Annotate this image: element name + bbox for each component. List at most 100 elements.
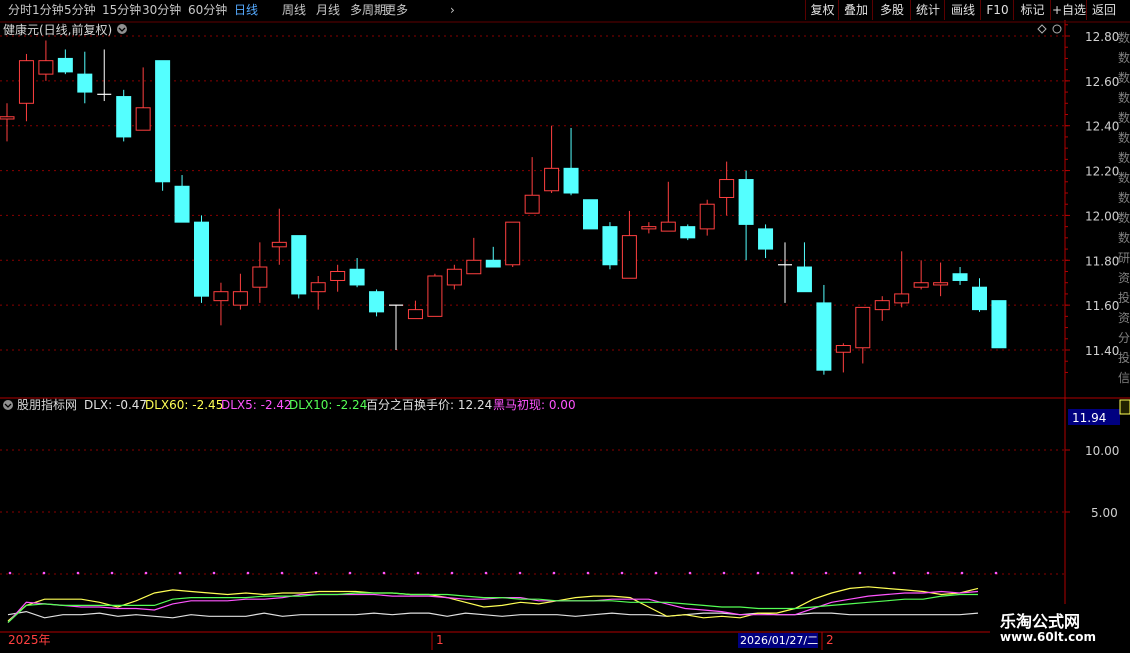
candle[interactable] [991, 300, 1007, 349]
chart-title: 健康元(日线,前复权) [3, 22, 112, 37]
signal-dot [858, 571, 862, 575]
signal-dot [552, 571, 556, 575]
indicator-value: DLX: -0.47 [84, 398, 147, 412]
side-column-text: 投 [1118, 290, 1130, 305]
signal-dot [76, 571, 80, 575]
signal-dot [892, 571, 896, 575]
candle[interactable] [505, 221, 521, 268]
price-tick-label: 12.60 [1085, 75, 1119, 89]
signal-dot [212, 571, 216, 575]
candle[interactable] [291, 235, 307, 299]
signal-dot [110, 571, 114, 575]
side-column-text: 数 [1118, 190, 1130, 205]
toolbar-button-3[interactable]: 统计 [910, 0, 945, 20]
price-tick-label: 12.00 [1085, 209, 1119, 223]
toolbar-button-6[interactable]: 标记 [1013, 0, 1051, 20]
side-column-text: 数 [1118, 70, 1130, 85]
toolbar-button-2[interactable]: 多股 [872, 0, 911, 20]
side-column-text: 资 [1118, 311, 1130, 325]
title-dropdown-icon[interactable] [117, 24, 127, 34]
signal-dot [722, 571, 726, 575]
indicator-value: 黑马初现: 0.00 [493, 398, 576, 412]
signal-dot [382, 571, 386, 575]
side-column-text: 数 [1118, 50, 1130, 65]
price-tick-label: 11.80 [1085, 254, 1119, 268]
signal-dot [144, 571, 148, 575]
signal-dot [518, 571, 522, 575]
period-tab-9[interactable]: 多周期 [350, 2, 386, 18]
signal-dot [450, 571, 454, 575]
signal-dot [756, 571, 760, 575]
signal-dot [688, 571, 692, 575]
signal-dot [926, 571, 930, 575]
watermark-url: www.60lt.com [1000, 630, 1097, 644]
price-tick-label: 11.40 [1085, 344, 1119, 358]
period-tab-1[interactable]: 1分钟 [32, 2, 64, 18]
period-tab-6[interactable]: 日线 [234, 2, 258, 18]
side-column-text: 数 [1118, 170, 1130, 185]
candle[interactable] [583, 199, 598, 230]
candle[interactable] [427, 273, 443, 317]
signal-dot [960, 571, 964, 575]
indicator-value: DLX5: -2.42 [221, 398, 292, 412]
indicator-dropdown-icon[interactable] [3, 400, 13, 410]
period-tab-5[interactable]: 60分钟 [188, 2, 227, 18]
candle[interactable] [116, 89, 132, 142]
signal-dot [824, 571, 828, 575]
side-column-text: 数 [1118, 150, 1130, 165]
kline-svg[interactable]: 12.80 12.60 12.40 12.20 12.00 11.80 11.60 11.40… [0, 20, 1130, 650]
price-tick-label: 11.60 [1085, 299, 1119, 313]
candle[interactable] [155, 60, 171, 191]
period-tab-7[interactable]: 周线 [282, 2, 306, 18]
signal-dot [620, 571, 624, 575]
period-tab-2[interactable]: 5分钟 [64, 2, 96, 18]
price-tick-label: 12.20 [1085, 165, 1119, 179]
period-tab-3[interactable]: 15分钟 [102, 2, 141, 18]
year-label: 2025年 [8, 633, 51, 647]
side-column-text: 研 [1118, 251, 1130, 265]
signal-dot [42, 571, 46, 575]
candle[interactable] [680, 224, 696, 241]
side-column-text: 数 [1118, 30, 1130, 45]
period-toolbar: 分时 1分钟 5分钟 15分钟 30分钟 60分钟 日线 周线 月线 多周期 更多 › 复权 叠加 多股 统计… [0, 0, 1130, 21]
side-column-text: 投 [1118, 350, 1130, 365]
signal-dot [348, 571, 352, 575]
side-column-text: 数 [1118, 110, 1130, 125]
watermark-title: 乐淘公式网 [1000, 612, 1081, 631]
period-tab-10[interactable]: 更多 [384, 2, 408, 18]
indicator-tick-label: 10.00 [1085, 444, 1119, 458]
period-tab-0[interactable]: 分时 [8, 2, 32, 18]
signal-dot [178, 571, 182, 575]
side-column-text: 数 [1118, 210, 1130, 225]
chart-area[interactable]: 12.80 12.60 12.40 12.20 12.00 11.80 11.60 11.40… [0, 20, 1130, 650]
side-column-text: 数 [1118, 90, 1130, 105]
signal-dot [994, 571, 998, 575]
indicator-value: DLX10: -2.24 [289, 398, 367, 412]
indicator-name: 股朋指标网 [17, 397, 77, 412]
candle[interactable] [194, 215, 209, 303]
toolbar-button-7[interactable]: +自选 [1050, 0, 1087, 20]
signal-dot [8, 571, 12, 575]
indicator-tick-label: 5.00 [1091, 506, 1118, 520]
indicator-marker [1119, 399, 1130, 415]
candle[interactable] [369, 289, 385, 317]
period-tab-8[interactable]: 月线 [316, 2, 340, 18]
toolbar-button-1[interactable]: 叠加 [838, 0, 873, 20]
side-column-text: 数 [1118, 130, 1130, 145]
toolbar-button-5[interactable]: F10 [980, 0, 1014, 20]
side-column-text: 资 [1118, 271, 1130, 285]
toolbar-button-4[interactable]: 画线 [944, 0, 981, 20]
candle[interactable] [602, 222, 618, 270]
side-column-text: 分 [1118, 331, 1130, 345]
period-tab-4[interactable]: 30分钟 [142, 2, 181, 18]
toolbar-button-8[interactable]: 返回 [1086, 0, 1121, 20]
month-mark: 1 [436, 633, 444, 647]
signal-dot [586, 571, 590, 575]
toolbar-button-0[interactable]: 复权 [805, 0, 839, 20]
indicator-value: 百分之百换手价: 12.24 [366, 398, 492, 412]
signal-dot [246, 571, 250, 575]
date-cursor-label: 2026/01/27/二 [740, 634, 818, 647]
side-column-text: 数 [1118, 230, 1130, 245]
indicator-value: DLX60: -2.45 [145, 398, 223, 412]
more-chevron-icon[interactable]: › [450, 2, 455, 18]
